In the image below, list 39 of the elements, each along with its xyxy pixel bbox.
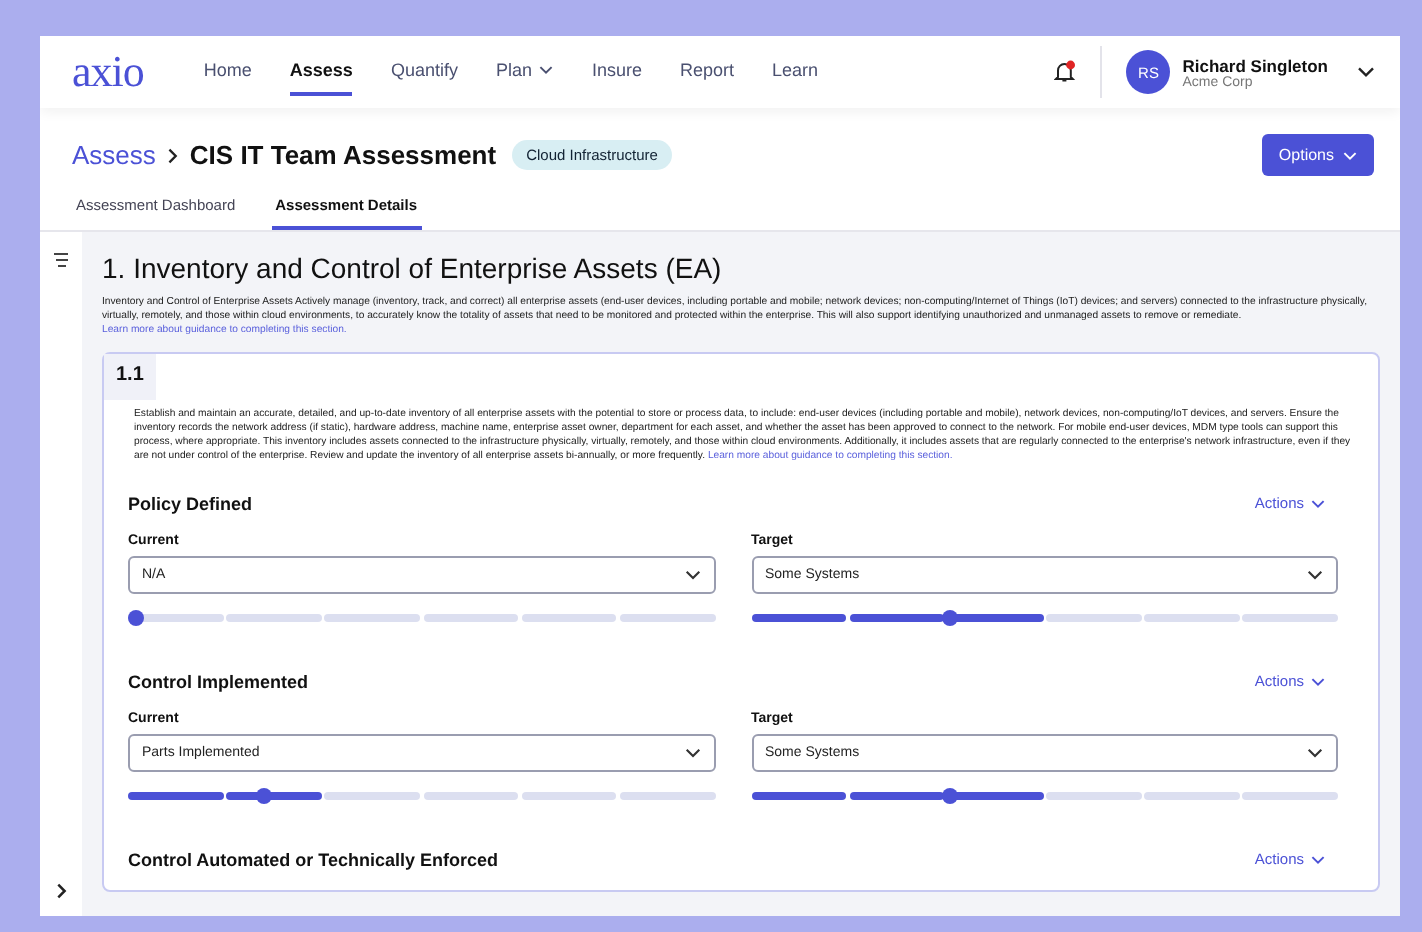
control-title: Policy Defined bbox=[128, 493, 253, 513]
chevron-down-icon bbox=[1342, 147, 1358, 163]
chevron-down-icon bbox=[1310, 851, 1326, 867]
chevron-down-icon bbox=[683, 566, 701, 584]
chevron-down-icon bbox=[1306, 744, 1324, 762]
chevron-down-icon bbox=[683, 744, 701, 762]
breadcrumb-link[interactable]: Assess bbox=[72, 140, 156, 170]
axio-logo[interactable]: axio bbox=[72, 46, 144, 98]
chevron-right-icon bbox=[163, 145, 182, 165]
maturity-slider[interactable] bbox=[128, 610, 715, 626]
options-button[interactable]: Options bbox=[1262, 134, 1374, 176]
slider-thumb[interactable] bbox=[128, 610, 144, 626]
control-title: Control Automated or Technically Enforced bbox=[128, 849, 499, 869]
nav-item[interactable]: Quantify bbox=[390, 48, 458, 96]
section-title: 1. Inventory and Control of Enterprise Assets (EA) bbox=[102, 252, 724, 284]
chevron-down-icon bbox=[1306, 566, 1324, 584]
page-title: CIS IT Team Assessment bbox=[189, 140, 497, 170]
chevron-down-icon bbox=[1310, 495, 1326, 511]
menu-icon[interactable] bbox=[52, 252, 70, 268]
maturity-slider[interactable] bbox=[751, 788, 1338, 804]
nav-item[interactable]: Plan bbox=[495, 48, 554, 96]
chevron-down-icon bbox=[1310, 673, 1326, 689]
nav-item[interactable]: Assess bbox=[289, 48, 353, 96]
nav-item[interactable]: Learn bbox=[772, 48, 819, 96]
maturity-slider[interactable] bbox=[128, 788, 715, 804]
slider-thumb[interactable] bbox=[941, 788, 958, 804]
maturity-slider[interactable] bbox=[751, 610, 1338, 626]
chevron-down-icon bbox=[1356, 62, 1376, 82]
control-title: Control Implemented bbox=[128, 671, 309, 691]
slider-thumb[interactable] bbox=[941, 610, 958, 626]
user-name: Richard Singleton bbox=[1182, 55, 1328, 75]
nav-item[interactable]: Report bbox=[680, 48, 735, 96]
slider-thumb[interactable] bbox=[256, 788, 273, 804]
chevron-down-icon bbox=[537, 62, 554, 78]
bell-icon[interactable] bbox=[1054, 60, 1077, 84]
control-number: 1.1 bbox=[104, 354, 156, 400]
nav-item[interactable]: Insure bbox=[591, 48, 642, 96]
chevron-right-icon[interactable] bbox=[52, 882, 70, 900]
nav-item[interactable]: Home bbox=[203, 48, 252, 96]
